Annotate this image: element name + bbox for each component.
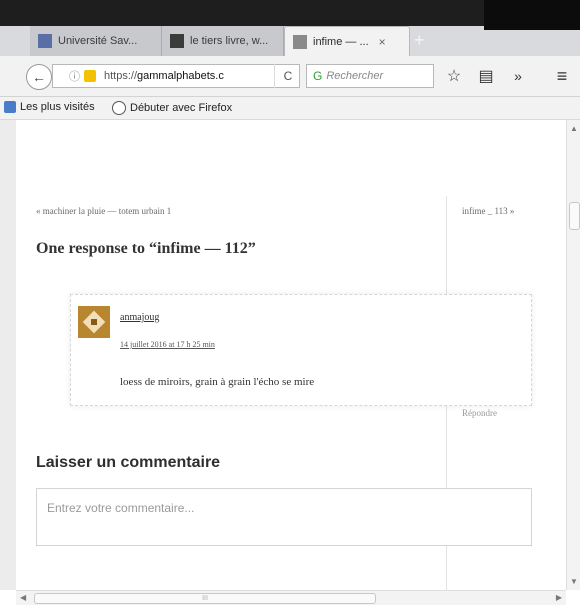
tab-title: le tiers livre, w... bbox=[190, 35, 269, 47]
tab-infime[interactable]: infime — ... × bbox=[284, 26, 410, 56]
star-icon[interactable]: ☆ bbox=[442, 64, 466, 88]
menu-icon[interactable]: ≡ bbox=[550, 64, 574, 88]
scroll-left-arrow-icon[interactable]: ◀ bbox=[20, 593, 26, 602]
back-button[interactable]: ← bbox=[26, 64, 52, 90]
reload-icon: C bbox=[283, 69, 293, 83]
scroll-down-arrow-icon[interactable]: ▼ bbox=[570, 577, 578, 586]
comment-card bbox=[70, 294, 532, 406]
horizontal-scroll-thumb[interactable]: III bbox=[34, 593, 376, 604]
avatar-pattern-center bbox=[91, 319, 97, 325]
next-post-link[interactable]: infime _ 113 » bbox=[462, 206, 514, 216]
reply-link[interactable]: Répondre bbox=[462, 408, 497, 418]
tab-universite[interactable]: Université Sav... bbox=[30, 26, 162, 56]
site-info-icon[interactable]: ⓘ bbox=[69, 68, 80, 84]
vertical-scrollbar[interactable]: ▲ ▼ bbox=[566, 120, 580, 590]
bookmarks-toolbar: Les plus visités Débuter avec Firefox bbox=[0, 97, 580, 120]
page-left-margin bbox=[0, 120, 17, 590]
window-controls-area bbox=[484, 0, 580, 30]
bookmarks-folder-icon bbox=[4, 101, 16, 113]
firefox-globe-icon bbox=[112, 101, 126, 115]
overflow-icon[interactable]: » bbox=[506, 64, 530, 88]
bookmark-label: Les plus visités bbox=[20, 101, 95, 113]
responses-heading: One response to “infime — 112” bbox=[36, 240, 256, 257]
reload-button[interactable]: C bbox=[274, 64, 301, 88]
tab-favicon-icon bbox=[38, 34, 52, 48]
comment-date-link[interactable]: 14 juillet 2016 at 17 h 25 min bbox=[120, 340, 215, 349]
bookmark-most-visited[interactable]: Les plus visités bbox=[4, 101, 95, 113]
tab-close-icon[interactable]: × bbox=[379, 35, 386, 49]
tab-title: Université Sav... bbox=[58, 35, 138, 47]
search-bar[interactable]: G Rechercher bbox=[306, 64, 434, 88]
bookmark-label: Débuter avec Firefox bbox=[130, 102, 233, 114]
comment-text: loess de miroirs, grain à grain l'écho s… bbox=[120, 376, 315, 388]
url-text[interactable]: https://gammalphabets.c bbox=[104, 70, 224, 82]
tab-title: infime — ... bbox=[313, 35, 369, 48]
back-arrow-icon: ← bbox=[32, 69, 46, 85]
tab-tiers-livre[interactable]: le tiers livre, w... bbox=[162, 26, 284, 56]
vertical-scroll-thumb[interactable] bbox=[569, 202, 580, 230]
lock-warning-icon bbox=[84, 70, 96, 82]
search-engine-icon: G bbox=[313, 69, 323, 83]
scroll-up-arrow-icon[interactable]: ▲ bbox=[570, 124, 578, 133]
previous-post-link[interactable]: « machiner la pluie — totem urbain 1 bbox=[36, 206, 171, 216]
new-tab-button[interactable]: + bbox=[414, 30, 425, 51]
tab-favicon-icon bbox=[293, 34, 307, 49]
scroll-right-arrow-icon[interactable]: ▶ bbox=[556, 593, 562, 602]
library-icon[interactable]: ▤ bbox=[474, 64, 498, 88]
comment-author-link[interactable]: anmajoug bbox=[120, 312, 159, 323]
bookmark-getting-started[interactable]: Débuter avec Firefox bbox=[112, 101, 232, 115]
comment-textarea[interactable]: Entrez votre commentaire... bbox=[36, 488, 532, 546]
tab-favicon-icon bbox=[170, 34, 184, 48]
scroll-grip: III bbox=[202, 595, 208, 602]
avatar[interactable] bbox=[78, 306, 110, 338]
horizontal-scrollbar[interactable]: ◀ III ▶ bbox=[16, 590, 566, 605]
search-placeholder: Rechercher bbox=[326, 70, 384, 82]
url-bar[interactable]: ⓘ https://gammalphabets.c bbox=[52, 64, 300, 88]
leave-comment-heading: Laisser un commentaire bbox=[36, 454, 221, 471]
